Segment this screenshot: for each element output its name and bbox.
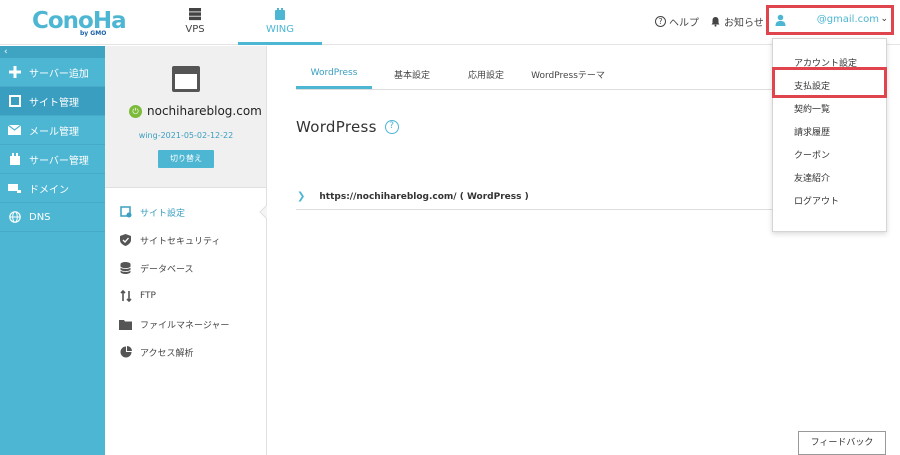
site-menu-file-manager[interactable]: ファイルマネージャー — [105, 310, 266, 338]
nav-item-label: サーバー管理 — [29, 155, 89, 167]
tab-wordpress-theme[interactable]: WordPressテーマ — [520, 62, 616, 89]
menu-item-billing-history[interactable]: 請求履歴 — [794, 125, 830, 138]
browser-window-icon — [172, 66, 200, 92]
tab-wing-label: WING — [265, 24, 295, 35]
help-label: ヘルプ — [669, 18, 699, 29]
nav-item-label: サーバー追加 — [29, 68, 89, 80]
notice-label: お知らせ — [724, 18, 764, 29]
site-menu: サイト設定 サイトセキュリティ データベース FTP ファイルマネージャー アク… — [105, 188, 267, 455]
account-menu-button[interactable]: @gmail.com ⌄ — [766, 5, 894, 35]
help-link[interactable]: ? ヘルプ — [655, 14, 699, 29]
active-pointer — [259, 205, 267, 219]
shield-icon — [119, 234, 132, 247]
switch-button[interactable]: 切り替え — [158, 150, 214, 168]
nav-item-label: DNS — [29, 211, 51, 223]
wordpress-url: https://nochihareblog.com/ ( WordPress ) — [319, 191, 529, 202]
server-icon — [189, 8, 201, 21]
tab-wing[interactable]: WING — [238, 0, 322, 45]
nav-item-label: サイト管理 — [29, 97, 79, 109]
nav-item-site-management[interactable]: サイト管理 — [0, 87, 105, 116]
menu-item-referral[interactable]: 友達紹介 — [794, 171, 830, 184]
site-menu-label: FTP — [140, 291, 156, 301]
site-name: nochihareblog.com — [147, 104, 262, 118]
site-menu-site-security[interactable]: サイトセキュリティ — [105, 226, 266, 254]
chevron-right-icon: ❯ — [297, 191, 306, 202]
site-summary: ⏻ nochihareblog.com wing-2021-05-02-12-2… — [105, 46, 266, 188]
bell-icon — [711, 17, 720, 27]
power-icon: ⏻ — [129, 104, 142, 118]
nav-item-domain[interactable]: ドメイン — [0, 174, 105, 203]
nav-item-server-management[interactable]: サーバー管理 — [0, 145, 105, 174]
mail-icon — [8, 124, 21, 137]
wing-id: wing-2021-05-02-12-22 — [138, 131, 234, 140]
collapse-nav-button[interactable]: ‹ — [0, 46, 105, 58]
nav-item-server-add[interactable]: サーバー追加 — [0, 58, 105, 87]
server-icon — [8, 153, 21, 166]
conoha-logo[interactable]: ConoHa by GMO — [32, 8, 127, 38]
account-email: @gmail.com — [816, 14, 879, 25]
site-menu-label: アクセス解析 — [140, 348, 194, 359]
help-icon[interactable]: ? — [384, 120, 399, 134]
top-bar: ConoHa by GMO VPS WING ? ヘルプ お知らせ @gmail… — [0, 0, 900, 45]
site-panel: ⏻ nochihareblog.com wing-2021-05-02-12-2… — [105, 46, 267, 455]
settings-tabs: WordPress 基本設定 応用設定 WordPressテーマ — [296, 62, 796, 90]
wordpress-install-row[interactable]: ❯ https://nochihareblog.com/ ( WordPress… — [296, 184, 776, 210]
plus-icon — [8, 66, 21, 79]
nav-item-label: メール管理 — [29, 126, 79, 138]
site-menu-access-analytics[interactable]: アクセス解析 — [105, 338, 266, 366]
nav-item-mail-management[interactable]: メール管理 — [0, 116, 105, 145]
globe-icon — [8, 211, 21, 224]
wing-icon — [275, 8, 285, 20]
left-nav: ‹ サーバー追加 サイト管理 メール管理 サーバー管理 ドメイン DNS — [0, 46, 105, 455]
nav-item-dns[interactable]: DNS — [0, 203, 105, 232]
site-settings-icon — [119, 206, 132, 219]
site-menu-label: サイトセキュリティ — [140, 236, 221, 247]
tab-advanced-settings[interactable]: 応用設定 — [452, 62, 520, 89]
domain-icon — [8, 182, 21, 195]
page-title: WordPress — [296, 118, 377, 136]
tab-vps[interactable]: VPS — [170, 0, 220, 45]
highlight-box — [772, 67, 887, 98]
tab-vps-label: VPS — [185, 24, 205, 35]
help-icon: ? — [655, 16, 666, 27]
logo-sub-text: by GMO — [80, 30, 107, 37]
site-menu-site-settings[interactable]: サイト設定 — [105, 198, 267, 226]
site-menu-ftp[interactable]: FTP — [105, 282, 266, 310]
logo-text: ConoHa — [32, 8, 127, 34]
site-name-row: ⏻ nochihareblog.com — [129, 104, 262, 118]
chevron-down-icon: ⌄ — [880, 14, 888, 24]
menu-item-contracts[interactable]: 契約一覧 — [794, 102, 830, 115]
pie-chart-icon — [119, 346, 132, 359]
tab-wordpress[interactable]: WordPress — [296, 62, 372, 89]
transfer-icon — [119, 290, 132, 303]
site-menu-label: ファイルマネージャー — [140, 320, 230, 331]
tab-basic-settings[interactable]: 基本設定 — [372, 62, 452, 89]
menu-item-logout[interactable]: ログアウト — [794, 194, 839, 207]
site-menu-label: データベース — [140, 264, 194, 275]
database-icon — [119, 262, 132, 275]
page-title-row: WordPress ? — [296, 118, 399, 136]
menu-item-coupon[interactable]: クーポン — [794, 148, 830, 161]
nav-item-label: ドメイン — [29, 184, 69, 196]
site-icon — [8, 95, 21, 108]
user-icon — [775, 14, 786, 26]
notice-link[interactable]: お知らせ — [710, 14, 764, 29]
site-menu-database[interactable]: データベース — [105, 254, 266, 282]
chevron-left-icon: ‹ — [4, 47, 8, 57]
feedback-button[interactable]: フィードバック — [798, 431, 886, 455]
folder-icon — [119, 318, 132, 331]
site-menu-label: サイト設定 — [140, 208, 186, 219]
